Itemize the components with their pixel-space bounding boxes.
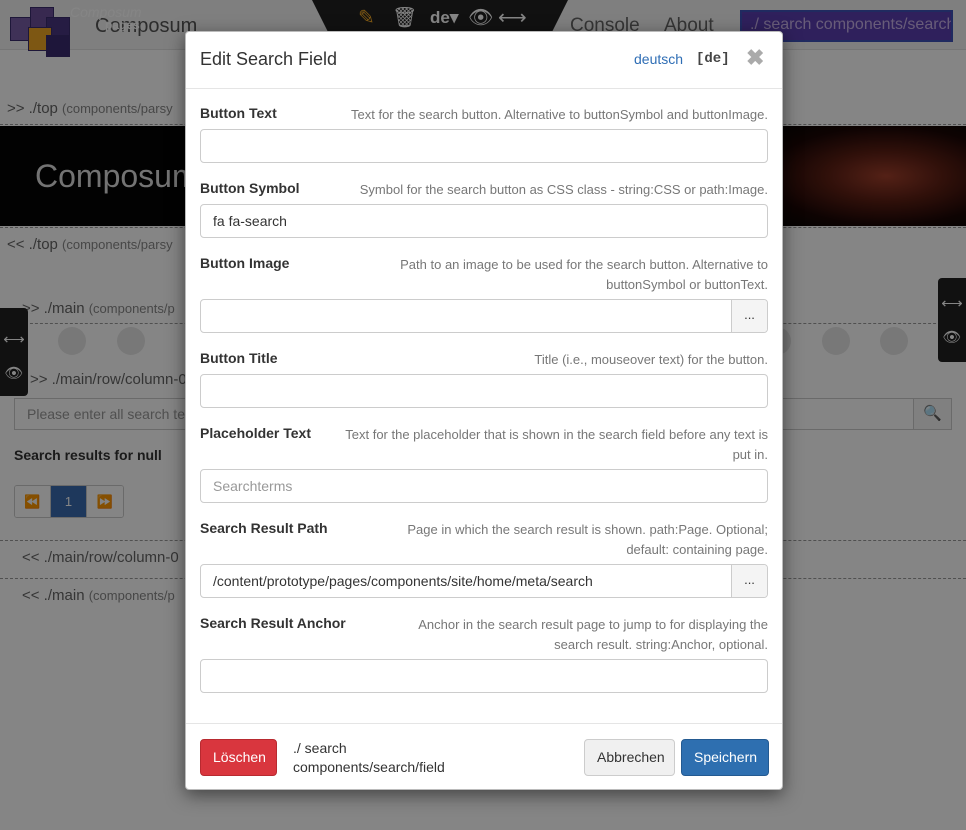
search-result-path-value: /content/prototype/pages/components/site… bbox=[213, 573, 593, 589]
field-button-symbol: Button Symbol Symbol for the search butt… bbox=[200, 180, 768, 240]
field-label: Button Title bbox=[200, 350, 278, 366]
browse-button[interactable]: ... bbox=[731, 565, 767, 597]
field-label: Button Text bbox=[200, 105, 277, 121]
language-code: [de] bbox=[696, 51, 730, 67]
field-label: Search Result Path bbox=[200, 520, 328, 536]
button-image-input[interactable]: ... bbox=[200, 299, 768, 333]
field-help: Page in which the search result is shown… bbox=[407, 522, 768, 557]
button-text-input[interactable] bbox=[200, 129, 768, 163]
component-path: ./ search components/search/field bbox=[293, 739, 445, 777]
dialog-title: Edit Search Field bbox=[200, 49, 338, 69]
delete-button[interactable]: Löschen bbox=[200, 739, 277, 776]
field-label: Placeholder Text bbox=[200, 425, 312, 441]
field-search-result-anchor: Search Result Anchor Anchor in the searc… bbox=[200, 615, 768, 695]
field-button-image: Button Image Path to an image to be used… bbox=[200, 255, 768, 335]
field-placeholder-text: Placeholder Text Text for the placeholde… bbox=[200, 425, 768, 505]
close-icon[interactable]: ✖ bbox=[746, 45, 764, 71]
button-symbol-input[interactable]: fa fa-search bbox=[200, 204, 768, 238]
field-help: Anchor in the search result page to jump… bbox=[418, 617, 768, 652]
save-button[interactable]: Speichern bbox=[681, 739, 769, 776]
search-result-anchor-input[interactable] bbox=[200, 659, 768, 693]
field-label: Button Symbol bbox=[200, 180, 300, 196]
dialog-header: Edit Search Field deutsch [de] ✖ bbox=[186, 32, 782, 89]
field-label: Search Result Anchor bbox=[200, 615, 346, 631]
placeholder-text-input[interactable]: Searchterms bbox=[200, 469, 768, 503]
field-search-result-path: Search Result Path Page in which the sea… bbox=[200, 520, 768, 600]
field-help: Text for the search button. Alternative … bbox=[351, 107, 768, 122]
field-help: Text for the placeholder that is shown i… bbox=[345, 427, 768, 462]
browse-button[interactable]: ... bbox=[731, 300, 767, 332]
dialog-footer: Löschen ./ search components/search/fiel… bbox=[186, 723, 782, 789]
field-button-text: Button Text Text for the search button. … bbox=[200, 105, 768, 165]
field-help: Symbol for the search button as CSS clas… bbox=[359, 182, 768, 197]
field-help: Path to an image to be used for the sear… bbox=[400, 257, 768, 292]
field-button-title: Button Title Title (i.e., mouseover text… bbox=[200, 350, 768, 410]
language-link[interactable]: deutsch bbox=[634, 51, 683, 67]
field-help: Title (i.e., mouseover text) for the but… bbox=[534, 352, 768, 367]
field-label: Button Image bbox=[200, 255, 290, 271]
search-result-path-input[interactable]: /content/prototype/pages/components/site… bbox=[200, 564, 768, 598]
component-path-name: ./ search bbox=[293, 740, 347, 756]
cancel-button[interactable]: Abbrechen bbox=[584, 739, 675, 776]
component-path-type: components/search/field bbox=[293, 759, 445, 775]
edit-search-field-dialog: Edit Search Field deutsch [de] ✖ Button … bbox=[185, 31, 783, 790]
button-title-input[interactable] bbox=[200, 374, 768, 408]
